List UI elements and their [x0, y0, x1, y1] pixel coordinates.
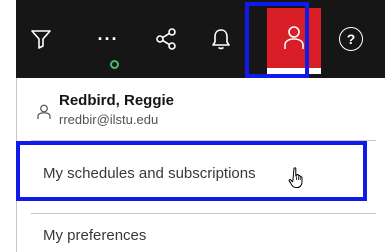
notification-bell-icon: [209, 27, 233, 51]
top-toolbar: ··· ?: [16, 0, 385, 78]
share-icon: [154, 27, 178, 51]
filter-button[interactable]: [16, 0, 66, 78]
avatar-icon: [37, 104, 51, 125]
user-email: rredbir@ilstu.edu: [59, 112, 159, 127]
hand-pointer-icon: [288, 167, 306, 194]
share-button[interactable]: [141, 0, 191, 78]
help-icon: ?: [339, 27, 363, 51]
notifications-button[interactable]: [196, 0, 246, 78]
help-button[interactable]: ?: [326, 0, 376, 78]
more-options-button[interactable]: ···: [86, 0, 130, 78]
menu-item-highlight: [16, 141, 367, 201]
user-button-highlight: [245, 2, 309, 78]
filter-icon: [30, 28, 52, 50]
status-dot: [110, 60, 119, 69]
user-name: Redbird, Reggie: [59, 92, 175, 109]
more-icon: ···: [97, 28, 119, 49]
my-preferences-item[interactable]: My preferences: [43, 227, 146, 244]
menu-divider: [31, 213, 376, 214]
